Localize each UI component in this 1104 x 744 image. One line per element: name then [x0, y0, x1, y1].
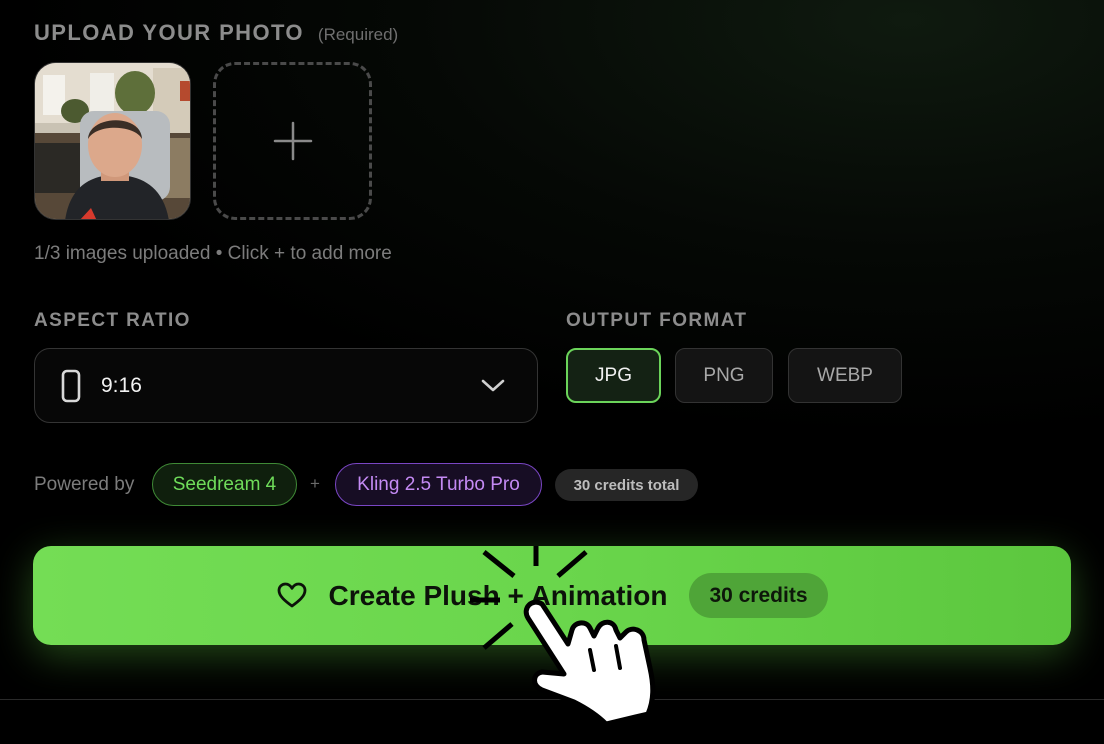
aspect-ratio-value: 9:16: [101, 373, 142, 397]
format-option-jpg[interactable]: JPG: [566, 348, 661, 403]
uploaded-photo: [35, 63, 190, 219]
model-separator: +: [310, 474, 320, 493]
model-badge-kling: Kling 2.5 Turbo Pro: [335, 463, 542, 506]
create-plush-animation-button[interactable]: Create Plush + Animation 30 credits: [33, 546, 1071, 645]
chevron-down-icon: [481, 379, 505, 391]
format-option-png[interactable]: PNG: [675, 348, 773, 403]
aspect-ratio-label: ASPECT RATIO: [34, 310, 191, 331]
create-button-label: Create Plush + Animation: [328, 579, 668, 611]
add-photo-button[interactable]: [213, 62, 372, 220]
model-badge-seedream: Seedream 4: [152, 463, 297, 506]
heart-icon: [277, 582, 306, 608]
credits-cost-badge: 30 credits: [689, 573, 828, 618]
powered-by-label: Powered by: [34, 474, 135, 495]
format-option-webp[interactable]: WEBP: [788, 348, 902, 403]
required-label: (Required): [317, 25, 399, 44]
upload-section-title: UPLOAD YOUR PHOTO (Required): [34, 20, 399, 45]
uploaded-photo-thumbnail[interactable]: [34, 62, 191, 220]
portrait-phone-icon: [61, 369, 81, 402]
credits-total-badge: 30 credits total: [555, 469, 698, 501]
output-format-label: OUTPUT FORMAT: [566, 310, 748, 331]
upload-status-text: 1/3 images uploaded • Click + to add mor…: [34, 243, 392, 264]
aspect-ratio-select[interactable]: 9:16: [34, 348, 538, 423]
plus-icon: [273, 121, 312, 161]
